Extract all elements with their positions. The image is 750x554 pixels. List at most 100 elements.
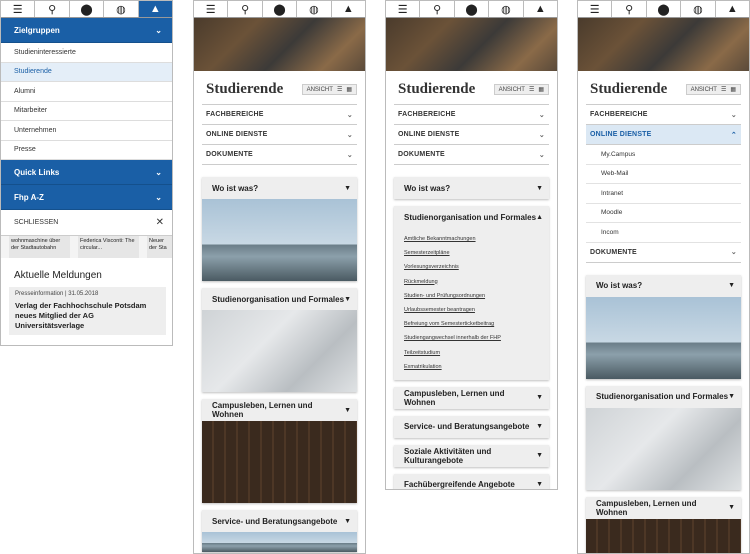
accordion-online-dienste[interactable]: ONLINE DIENSTE ⌄	[394, 125, 549, 145]
online-service-item[interactable]: Incom	[586, 223, 741, 243]
card-studienorganisation[interactable]: Studienorganisation und Formales ▼	[202, 288, 357, 392]
card-studienorganisation-open[interactable]: Studienorganisation und Formales ▲ Amtlic…	[394, 206, 549, 380]
online-service-item[interactable]: Intranet	[586, 184, 741, 204]
triangle-up-icon: ▲	[536, 213, 543, 221]
view-toggle[interactable]: ANSICHT ☰ ▦	[301, 84, 357, 95]
triangle-down-icon: ▼	[728, 504, 735, 511]
graduation-cap-icon[interactable]: ▲	[138, 1, 172, 17]
location-pin-icon[interactable]: ⬤	[455, 1, 490, 17]
menu-item[interactable]: Unternehmen	[1, 121, 172, 141]
fhp-az-header[interactable]: Fhp A-Z ⌄	[1, 185, 172, 210]
location-pin-icon[interactable]: ⬤	[647, 1, 682, 17]
sub-link[interactable]: Amtliche Bekanntmachungen	[404, 232, 539, 246]
card-campusleben[interactable]: Campusleben, Lernen und Wohnen ▼	[586, 496, 741, 553]
card-title: Soziale Aktivitäten und Kulturangebote	[404, 446, 492, 465]
menu-icon[interactable]: ☰	[194, 1, 229, 17]
phone-studierende-view: ☰ ⚲ ⬤ ◍ ▲ Studierende ANSICHT ☰ ▦ FACHBERE…	[193, 0, 366, 554]
card-title: Campusleben, Lernen und Wohnen	[212, 401, 313, 419]
menu-icon[interactable]: ☰	[386, 1, 421, 17]
zielgruppen-label: Zielgruppen	[14, 25, 60, 35]
card-studienorganisation[interactable]: Studienorganisation und Formales ▼	[586, 385, 741, 490]
chevron-down-icon: ⌄	[730, 111, 737, 119]
menu-item[interactable]: Studieninteressierte	[1, 43, 172, 63]
location-pin-icon[interactable]: ⬤	[70, 1, 105, 17]
menu-item[interactable]: Presse	[1, 141, 172, 160]
building-image	[586, 296, 741, 379]
grid-view-icon[interactable]: ▦	[730, 86, 736, 93]
menu-icon[interactable]: ☰	[1, 1, 36, 17]
view-toggle[interactable]: ANSICHT ☰ ▦	[493, 84, 549, 95]
triangle-down-icon: ▼	[344, 184, 351, 192]
menu-item[interactable]: Alumni	[1, 82, 172, 102]
search-icon[interactable]: ⚲	[228, 1, 263, 17]
sub-link[interactable]: Studiengangwechsel innerhalb der FHP	[404, 331, 539, 345]
teaser-card[interactable]: Neuer der Sta	[147, 236, 172, 258]
search-icon[interactable]: ⚲	[420, 1, 455, 17]
sub-link[interactable]: Semesterzeitpläne	[404, 246, 539, 260]
menu-icon[interactable]: ☰	[578, 1, 613, 17]
chevron-down-icon: ⌄	[155, 25, 162, 35]
list-view-icon[interactable]: ☰	[721, 86, 726, 93]
online-service-item[interactable]: Moodle	[586, 204, 741, 223]
globe-icon[interactable]: ◍	[489, 1, 524, 17]
sub-link[interactable]: Urlaubssemester beantragen	[404, 303, 539, 317]
accordion-fachbereiche[interactable]: FACHBEREICHE ⌄	[394, 105, 549, 125]
sub-link[interactable]: Befreiung vom Semesterticketbeitrag	[404, 317, 539, 331]
card-wo-ist-was[interactable]: Wo ist was? ▼	[586, 274, 741, 379]
close-label: SCHLIESSEN	[14, 219, 59, 226]
close-row[interactable]: SCHLIESSEN ✕	[1, 210, 172, 236]
accordion-dokumente[interactable]: DOKUMENTE ⌄	[586, 243, 741, 263]
grid-view-icon[interactable]: ▦	[346, 86, 352, 93]
laptop-cup-image	[586, 407, 741, 490]
accordion-dokumente[interactable]: DOKUMENTE ⌄	[394, 145, 549, 165]
online-service-item[interactable]: Web-Mail	[586, 165, 741, 184]
zielgruppen-header[interactable]: Zielgruppen ⌄	[1, 18, 172, 43]
search-icon[interactable]: ⚲	[35, 1, 70, 17]
news-card[interactable]: Presseinformation | 31.05.2018 Verlag de…	[9, 287, 166, 336]
hero-image	[578, 18, 749, 71]
card-campusleben[interactable]: Campusleben, Lernen und Wohnen ▼	[202, 399, 357, 503]
card-campusleben[interactable]: Campusleben, Lernen und Wohnen ▼	[394, 386, 549, 409]
teaser-card[interactable]: Federica Visconti: The circular...	[78, 236, 139, 258]
menu-item-selected[interactable]: Studierende	[1, 62, 172, 82]
card-fachuebergreifend[interactable]: Fachübergreifende Angebote ▼	[394, 473, 549, 489]
menu-item[interactable]: Mitarbeiter	[1, 102, 172, 121]
graduation-cap-icon[interactable]: ▲	[524, 1, 557, 17]
globe-icon[interactable]: ◍	[681, 1, 716, 17]
location-pin-icon[interactable]: ⬤	[263, 1, 298, 17]
list-view-icon[interactable]: ☰	[337, 86, 342, 93]
list-view-icon[interactable]: ☰	[529, 86, 534, 93]
accordion-fachbereiche[interactable]: FACHBEREICHE ⌄	[202, 105, 357, 125]
accordion-online-dienste-open[interactable]: ONLINE DIENSTE ⌃	[586, 125, 741, 145]
sub-link[interactable]: Teilzeitstudium	[404, 346, 539, 360]
quick-links-header[interactable]: Quick Links ⌄	[1, 160, 172, 185]
grid-view-icon[interactable]: ▦	[538, 86, 544, 93]
accordion-fachbereiche[interactable]: FACHBEREICHE ⌄	[586, 105, 741, 125]
card-wo-ist-was[interactable]: Wo ist was? ▼	[202, 177, 357, 281]
card-service[interactable]: Service- und Beratungsangebote ▼	[202, 510, 357, 552]
accordion-online-dienste[interactable]: ONLINE DIENSTE ⌄	[202, 125, 357, 145]
graduation-cap-icon[interactable]: ▲	[332, 1, 365, 17]
globe-icon[interactable]: ◍	[104, 1, 139, 17]
graduation-cap-icon[interactable]: ▲	[716, 1, 749, 17]
view-toggle[interactable]: ANSICHT ☰ ▦	[685, 84, 741, 95]
online-service-item[interactable]: My.Campus	[586, 145, 741, 165]
chevron-down-icon: ⌄	[538, 111, 545, 119]
globe-icon[interactable]: ◍	[297, 1, 332, 17]
card-service[interactable]: Service- und Beratungsangebote ▼	[394, 415, 549, 438]
sub-link[interactable]: Rückmeldung	[404, 275, 539, 289]
sub-link[interactable]: Studien- und Prüfungsordnungen	[404, 289, 539, 303]
accordion-label: ONLINE DIENSTE	[206, 131, 268, 138]
accordion-dokumente[interactable]: DOKUMENTE ⌄	[202, 145, 357, 165]
teaser-strip: wohnmaschine über der Stadtautobahn Fede…	[1, 236, 172, 258]
search-icon[interactable]: ⚲	[612, 1, 647, 17]
card-soziale-aktivitaeten[interactable]: Soziale Aktivitäten und Kulturangebote ▼	[394, 444, 549, 467]
sub-link[interactable]: Exmatrikulation	[404, 360, 539, 374]
card-wo-ist-was[interactable]: Wo ist was? ▼	[394, 177, 549, 199]
accordion: FACHBEREICHE ⌄ ONLINE DIENSTE ⌃ My.Campus …	[586, 104, 741, 263]
teaser-card[interactable]: wohnmaschine über der Stadtautobahn	[9, 236, 70, 258]
view-label: ANSICHT	[498, 86, 525, 93]
page-title: Studierende	[206, 81, 284, 97]
sub-link[interactable]: Vorlesungsverzeichnis	[404, 260, 539, 274]
accordion-label: ONLINE DIENSTE	[590, 131, 652, 138]
